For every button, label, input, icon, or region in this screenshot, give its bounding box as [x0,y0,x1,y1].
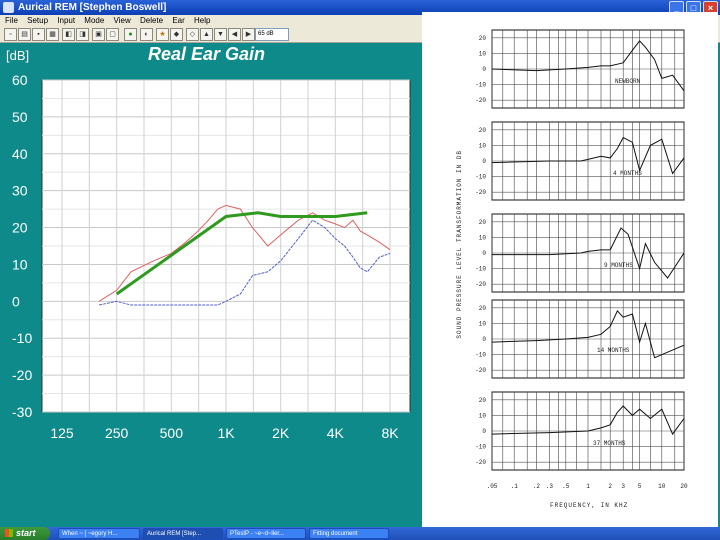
scan-x-tick-label: .2 [533,483,541,490]
scan-panel-label: 4 MONTHS [613,170,642,177]
scan-y-tick-label: -20 [475,97,486,104]
scan-y-tick-label: -20 [475,189,486,196]
scan-x-tick-label: 20 [680,483,688,490]
scan-y-tick-label: -20 [475,367,486,374]
taskbar: start When ~ [ ~egory H... Aurical REM [… [0,527,720,540]
scan-y-tick-label: -20 [475,281,486,288]
scan-y-tick-label: -10 [475,174,486,181]
scan-y-tick-label: 10 [479,234,487,241]
scan-y-tick-label: -20 [475,459,486,466]
scan-y-axis-title: SOUND PRESSURE LEVEL TRANSFORMATION IN D… [456,150,463,339]
scan-x-tick-label: .05 [487,483,498,490]
start-button[interactable]: start [0,527,50,540]
scan-y-tick-label: -10 [475,352,486,359]
scan-panel-label: 9 MONTHS [604,262,633,269]
taskbar-item-3[interactable]: PTestP - ~e~d~ller... [226,528,306,539]
scan-y-tick-label: 10 [479,412,487,419]
scan-x-tick-label: .3 [546,483,554,490]
scan-y-tick-label: 0 [482,336,486,343]
scan-x-tick-label: 10 [658,483,666,490]
scan-x-tick-label: .1 [511,483,519,490]
scan-y-tick-label: -10 [475,266,486,273]
scan-y-tick-label: 0 [482,158,486,165]
scan-y-tick-label: 10 [479,50,487,57]
scan-y-tick-label: 20 [479,397,487,404]
scan-y-tick-label: 20 [479,219,487,226]
scan-x-axis-title: FREQUENCY, IN KHZ [550,502,629,509]
scan-panel-label: NEWBORN [615,78,641,85]
scan-y-tick-label: 0 [482,250,486,257]
scan-x-tick-label: 5 [638,483,642,490]
scan-y-tick-label: 20 [479,35,487,42]
scan-y-tick-label: -10 [475,82,486,89]
scan-y-tick-label: 10 [479,320,487,327]
scan-y-tick-label: 0 [482,428,486,435]
scan-x-tick-label: 1 [586,483,590,490]
taskbar-item-1[interactable]: When ~ [ ~egory H... [58,528,140,539]
scan-x-tick-label: .5 [562,483,570,490]
windows-logo-icon [5,529,13,537]
taskbar-item-2[interactable]: Aurical REM [Step... [143,528,223,539]
scan-y-tick-label: -10 [475,444,486,451]
scan-y-tick-label: 20 [479,305,487,312]
scan-y-tick-label: 10 [479,142,487,149]
scan-y-tick-label: 0 [482,66,486,73]
scan-panel-label: 14 MONTHS [597,347,630,354]
scan-x-tick-label: 2 [608,483,612,490]
taskbar-item-4[interactable]: Fitting document [309,528,389,539]
start-label: start [16,528,36,538]
scan-y-tick-label: 20 [479,127,487,134]
scan-panel-label: 37 MONTHS [593,440,626,447]
scan-x-tick-label: 3 [621,483,625,490]
